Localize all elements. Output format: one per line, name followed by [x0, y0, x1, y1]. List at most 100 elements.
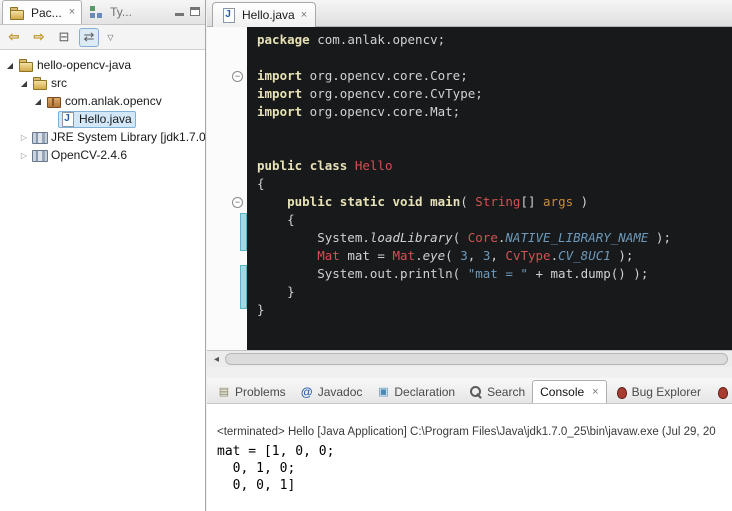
code-line[interactable]: } [257, 283, 732, 301]
library-icon [32, 130, 47, 144]
code-line[interactable]: public class Hello [257, 157, 732, 175]
code-line[interactable]: System.out.println( "mat = " + mat.dump(… [257, 265, 732, 283]
tree-item-label: com.anlak.opencv [65, 94, 162, 108]
package-explorer-icon [9, 6, 24, 20]
bottom-tab-label: Problems [235, 385, 286, 399]
src-folder-icon [32, 76, 47, 90]
editor-tab-label: Hello.java [242, 8, 295, 22]
tree-collapse-arrow-icon[interactable]: ◢ [18, 79, 30, 88]
bottom-tab-label: Javadoc [318, 385, 363, 399]
tree-item-label: JRE System Library [jdk1.7.0_25] [51, 130, 205, 144]
library-icon [32, 148, 47, 162]
bottom-tab-javadoc[interactable]: Javadoc [293, 380, 370, 403]
tree-collapse-arrow-icon[interactable]: ◢ [4, 61, 16, 70]
view-menu-icon[interactable]: ▽ [104, 28, 117, 47]
bottom-tabbar: Problems Javadoc Declaration Search Console ×… [207, 378, 732, 404]
tree-item-label: src [51, 76, 67, 90]
fold-collapse-icon[interactable]: − [232, 71, 243, 82]
tree-item-label: Hello.java [79, 112, 132, 126]
tree-expand-arrow-icon[interactable]: ▷ [18, 133, 30, 142]
code-line[interactable]: public static void main( String[] args ) [257, 193, 732, 211]
console-line: 0, 1, 0; [217, 460, 732, 477]
view-tab-type-hierarchy[interactable]: Ty... [82, 0, 138, 24]
tree-item-label: hello-opencv-java [37, 58, 131, 72]
bottom-tab-label: Console [540, 385, 584, 399]
tree-item-box: OpenCV-2.4.6 [30, 147, 131, 164]
bottom-tab-bug-explorer[interactable]: Bug Explorer [607, 380, 708, 403]
selected-tree-item-box: Hello.java [58, 111, 136, 128]
view-tab-label: Ty... [110, 5, 132, 19]
tree-item-opencv-2-4-6[interactable]: ▷ OpenCV-2.4.6 [0, 146, 205, 164]
editor-tabbar: Hello.java × [207, 0, 732, 27]
code-line[interactable]: { [257, 175, 732, 193]
tree-item-label: OpenCV-2.4.6 [51, 148, 127, 162]
bug-icon [614, 385, 628, 399]
console-view: <terminated> Hello [Java Application] C:… [207, 404, 732, 511]
editor-hscrollbar[interactable]: ◂ [207, 350, 732, 367]
code-line[interactable]: Mat mat = Mat.eye( 3, 3, CvType.CV_8UC1 … [257, 247, 732, 265]
code-area[interactable]: package com.anlak.opencv; import org.ope… [247, 27, 732, 350]
bottom-tab-label: Search [487, 385, 525, 399]
tree-item-hello-opencv-java[interactable]: ◢ hello-opencv-java [0, 56, 205, 74]
link-with-editor-icon[interactable]: ⇄ [79, 28, 99, 47]
collapse-all-icon[interactable]: ⊟ [54, 28, 74, 47]
code-line[interactable] [257, 49, 732, 67]
console-line: mat = [1, 0, 0; [217, 443, 732, 460]
code-line[interactable]: { [257, 211, 732, 229]
tree-item-box: src [30, 75, 71, 92]
back-icon[interactable]: ⇦ [4, 28, 24, 47]
console-line: 0, 0, 1] [217, 477, 732, 494]
package-explorer-view: Pac... × Ty... ⇦ ⇨ ⊟ ⇄ ▽ ◢ hello-opencv-java ◢ sr… [0, 0, 206, 511]
declaration-icon [376, 385, 390, 399]
tree-item-com-anlak-opencv[interactable]: ◢ com.anlak.opencv [0, 92, 205, 110]
javadoc-icon [300, 385, 314, 399]
tree-expand-arrow-icon[interactable]: ▷ [18, 151, 30, 160]
code-line[interactable]: package com.anlak.opencv; [257, 31, 732, 49]
bottom-tab-search[interactable]: Search [462, 380, 532, 403]
code-line[interactable]: import org.opencv.core.CvType; [257, 85, 732, 103]
code-line[interactable]: } [257, 301, 732, 319]
scrollbar-thumb[interactable] [225, 353, 728, 365]
tree-item-hello-java[interactable]: Hello.java [0, 110, 205, 128]
tree-item-box: JRE System Library [jdk1.7.0_25] [30, 129, 205, 146]
bottom-tab-bug[interactable]: Bug [708, 380, 732, 403]
minimize-view-icon[interactable] [175, 13, 184, 16]
view-tab-label: Pac... [31, 6, 62, 20]
view-window-buttons [175, 7, 200, 16]
bottom-tab-label: Bug Explorer [632, 385, 701, 399]
view-tab-package-explorer[interactable]: Pac... × [2, 0, 82, 24]
jfile-icon [60, 112, 75, 126]
tree-collapse-arrow-icon[interactable]: ◢ [32, 97, 44, 106]
bottom-tab-console[interactable]: Console × [532, 380, 606, 403]
scroll-left-arrow-icon[interactable]: ◂ [209, 352, 224, 367]
package-icon [46, 94, 61, 108]
range-indicator [240, 265, 247, 309]
bottom-tab-problems[interactable]: Problems [210, 380, 293, 403]
editor-body: − − package com.anlak.opencv; import org.… [207, 27, 732, 350]
console-output[interactable]: mat = [1, 0, 0; 0, 1, 0; 0, 0, 1] [207, 443, 732, 494]
tree-item-src[interactable]: ◢ src [0, 74, 205, 92]
close-icon[interactable]: × [301, 10, 307, 21]
left-panel-tabbar: Pac... × Ty... [0, 0, 205, 25]
code-line[interactable]: System.loadLibrary( Core.NATIVE_LIBRARY_… [257, 229, 732, 247]
search-icon [469, 385, 483, 399]
project-icon [18, 58, 33, 72]
forward-icon[interactable]: ⇨ [29, 28, 49, 47]
range-indicator [240, 213, 247, 251]
editor-tab-hello-java[interactable]: Hello.java × [212, 2, 316, 27]
close-icon[interactable]: × [69, 7, 75, 18]
bottom-tab-label: Declaration [394, 385, 455, 399]
problems-icon [217, 385, 231, 399]
console-title: <terminated> Hello [Java Application] C:… [207, 404, 732, 438]
code-line[interactable] [257, 139, 732, 157]
maximize-view-icon[interactable] [190, 7, 200, 16]
code-line[interactable]: import org.opencv.core.Core; [257, 67, 732, 85]
type-hierarchy-icon [88, 5, 103, 19]
code-line[interactable] [257, 121, 732, 139]
fold-collapse-icon[interactable]: − [232, 197, 243, 208]
close-icon[interactable]: × [592, 387, 598, 398]
bottom-tab-declaration[interactable]: Declaration [369, 380, 462, 403]
java-file-icon [221, 8, 236, 22]
tree-item-jre-system-library-jdk1-7-0-25[interactable]: ▷ JRE System Library [jdk1.7.0_25] [0, 128, 205, 146]
code-line[interactable]: import org.opencv.core.Mat; [257, 103, 732, 121]
